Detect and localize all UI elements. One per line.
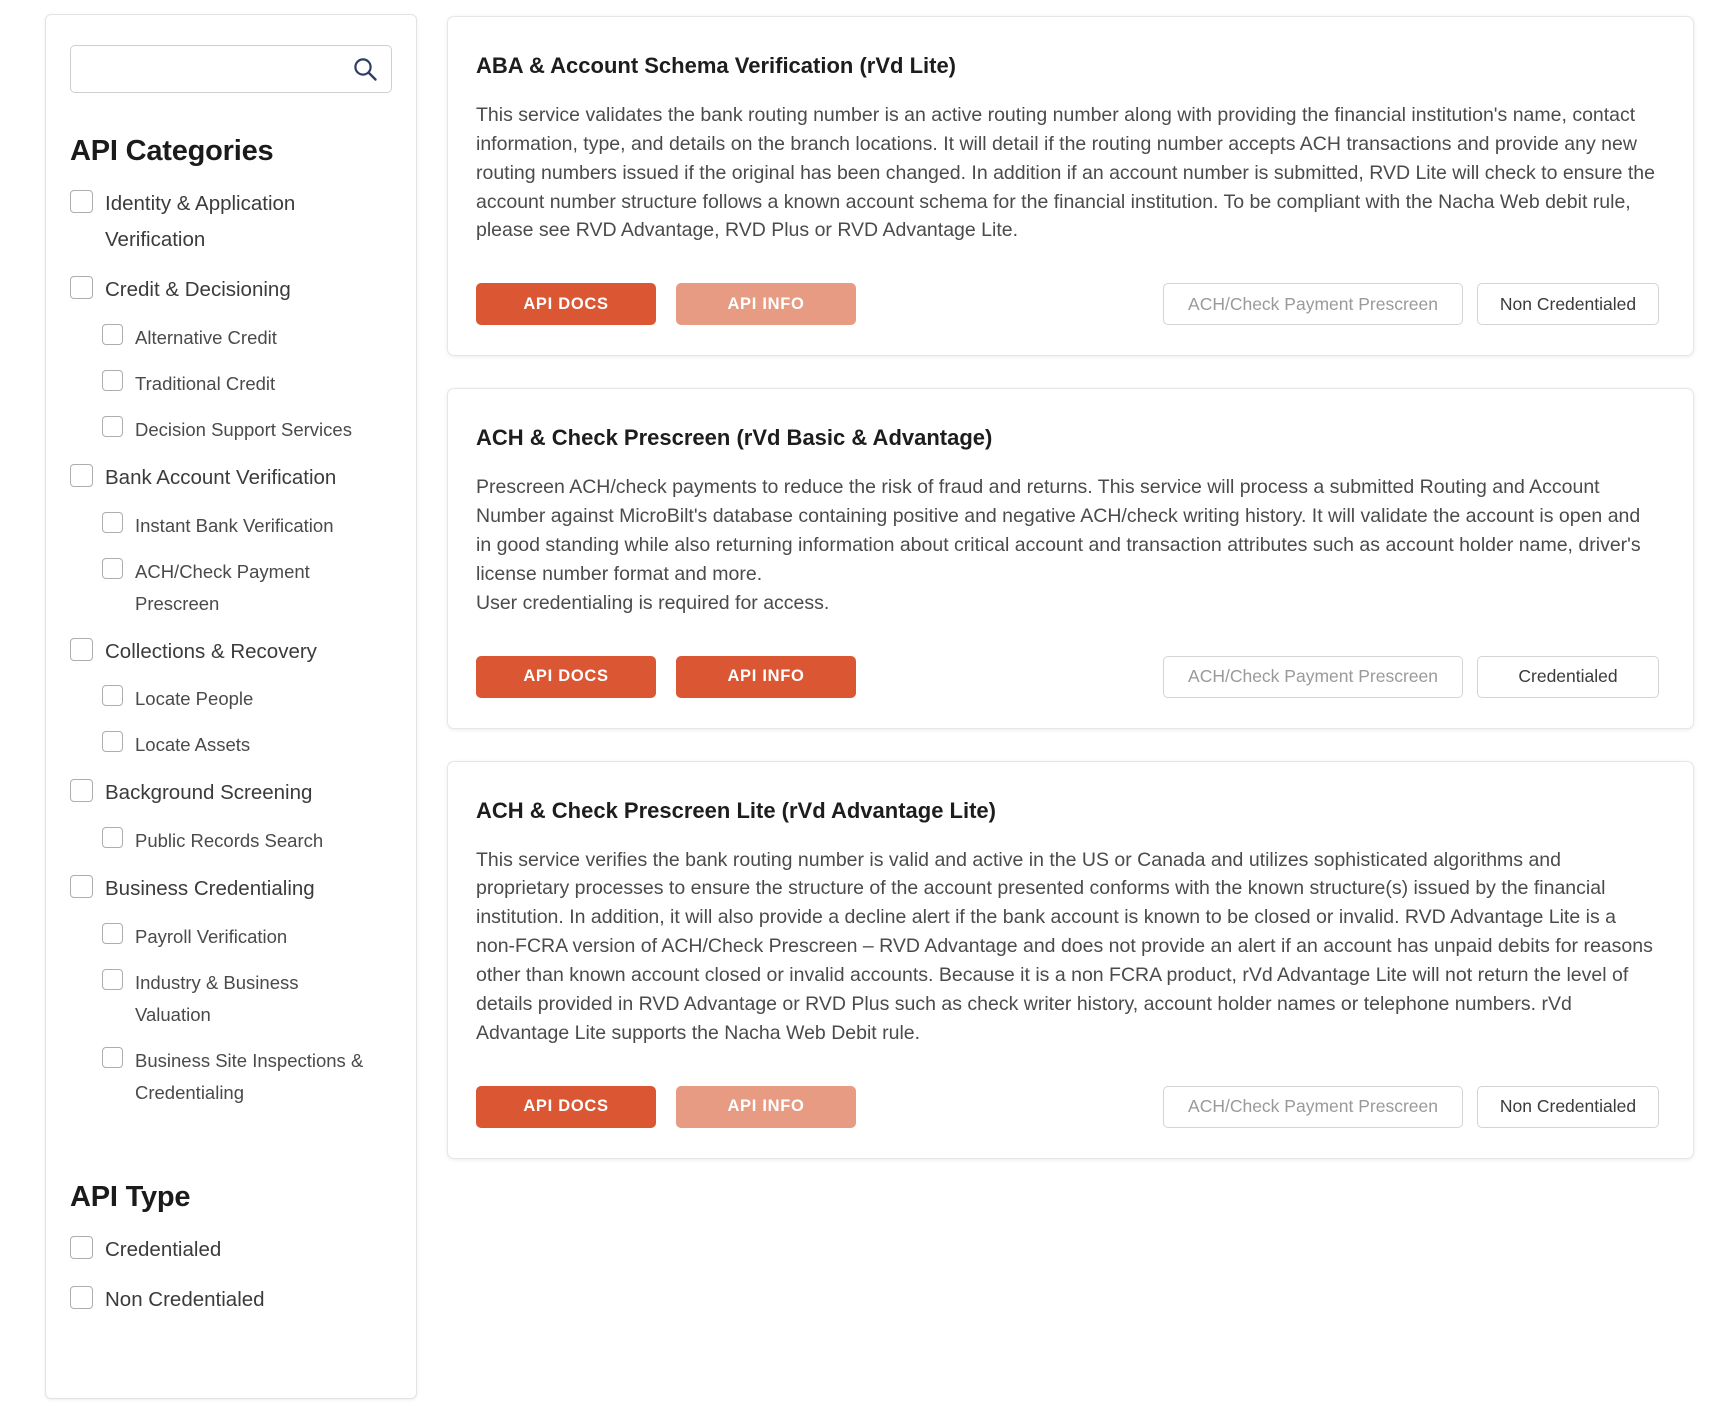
api-type-filter-label: Non Credentialed: [105, 1288, 265, 1311]
api-docs-button[interactable]: API DOCS: [476, 655, 656, 698]
api-categories-heading: API Categories: [70, 135, 274, 167]
api-info-button[interactable]: API INFO: [676, 1085, 856, 1128]
api-card-tags: ACH/Check Payment Prescreen Credentialed: [1163, 655, 1659, 698]
api-card-footer: API DOCS API INFO ACH/Check Payment Prescr…: [476, 283, 1659, 326]
category-filter-row[interactable]: Background Screening: [70, 775, 394, 811]
api-card: ABA & Account Schema Verification (rVd L…: [447, 16, 1694, 357]
checkbox-icon[interactable]: [70, 637, 93, 661]
checkbox-icon[interactable]: [70, 1236, 93, 1260]
search-box: [70, 45, 392, 93]
api-type-filter-row[interactable]: Credentialed: [70, 1232, 394, 1268]
api-card: ACH & Check Prescreen Lite (rVd Advantag…: [447, 760, 1694, 1159]
category-filter-label: Public Records Search: [135, 830, 324, 852]
checkbox-icon[interactable]: [70, 463, 93, 487]
api-category-tag[interactable]: ACH/Check Payment Prescreen: [1163, 655, 1463, 698]
category-filter-row[interactable]: Bank Account Verification: [70, 460, 394, 496]
category-filter-label: Identity & Application Verification: [105, 192, 296, 251]
checkbox-icon[interactable]: [102, 511, 123, 533]
checkbox-icon[interactable]: [102, 323, 123, 345]
api-info-button[interactable]: API INFO: [676, 283, 856, 326]
checkbox-icon[interactable]: [102, 557, 123, 579]
category-filter-label: Alternative Credit: [135, 326, 277, 348]
category-filter-label: Payroll Verification: [135, 926, 288, 948]
category-filter-label: Traditional Credit: [135, 372, 276, 394]
category-filter-label: Locate People: [135, 688, 254, 710]
category-filter-label: Locate Assets: [135, 734, 251, 756]
checkbox-icon[interactable]: [102, 369, 123, 391]
category-filter-row[interactable]: ACH/Check Payment Prescreen: [102, 556, 394, 620]
api-card-footer: API DOCS API INFO ACH/Check Payment Prescr…: [476, 1085, 1659, 1128]
api-card-footer: API DOCS API INFO ACH/Check Payment Prescr…: [476, 655, 1659, 698]
checkbox-icon[interactable]: [70, 275, 93, 299]
category-filter-label: Business Site Inspections & Credentialin…: [135, 1050, 364, 1104]
category-filter-row[interactable]: Payroll Verification: [102, 921, 394, 953]
category-filter-row[interactable]: Traditional Credit: [102, 368, 394, 400]
api-card-description: This service verifies the bank routing n…: [476, 848, 1653, 1044]
checkbox-icon[interactable]: [102, 969, 123, 991]
api-type-list: Credentialed Non Credentialed: [68, 1232, 394, 1318]
category-filter-label: Decision Support Services: [135, 418, 352, 440]
checkbox-icon[interactable]: [102, 415, 123, 437]
category-filter-row[interactable]: Credit & Decisioning: [70, 272, 394, 308]
category-filter-row[interactable]: Locate Assets: [102, 729, 394, 761]
category-filter-row[interactable]: Public Records Search: [102, 825, 394, 857]
category-filter-row[interactable]: Business Credentialing: [70, 871, 394, 907]
category-filter-row[interactable]: Locate People: [102, 683, 394, 715]
api-type-heading: API Type: [70, 1181, 191, 1214]
checkbox-icon[interactable]: [70, 875, 93, 899]
api-category-tag[interactable]: ACH/Check Payment Prescreen: [1163, 1085, 1463, 1128]
category-filter-label: Bank Account Verification: [105, 465, 337, 489]
category-filter-row[interactable]: Decision Support Services: [102, 414, 394, 446]
category-filter-label: Background Screening: [105, 781, 313, 805]
api-docs-button[interactable]: API DOCS: [476, 1085, 656, 1128]
category-filter-label: Business Credentialing: [105, 877, 315, 901]
checkbox-icon[interactable]: [102, 731, 123, 753]
api-card-title: ACH & Check Prescreen Lite (rVd Advantag…: [476, 797, 996, 823]
api-type-filter-row[interactable]: Non Credentialed: [70, 1282, 394, 1318]
category-filter-row[interactable]: Industry & Business Valuation: [102, 967, 394, 1031]
checkbox-icon[interactable]: [102, 1047, 123, 1069]
category-filter-row[interactable]: Alternative Credit: [102, 322, 394, 354]
api-card: ACH & Check Prescreen (rVd Basic & Advan…: [447, 388, 1694, 729]
search-input[interactable]: [70, 45, 392, 93]
api-card-description: This service validates the bank routing …: [476, 104, 1655, 242]
checkbox-icon[interactable]: [70, 1286, 93, 1309]
category-filter-label: Collections & Recovery: [105, 639, 317, 663]
api-card-title: ABA & Account Schema Verification (rVd L…: [476, 53, 957, 78]
filters-sidebar: API Categories Identity & Application Ve…: [45, 14, 417, 1399]
category-filter-label: Industry & Business Valuation: [135, 972, 299, 1026]
category-filter-row[interactable]: Collections & Recovery: [70, 634, 394, 670]
api-info-button[interactable]: API INFO: [676, 655, 856, 698]
category-filter-label: ACH/Check Payment Prescreen: [135, 560, 310, 614]
api-cards-list: ABA & Account Schema Verification (rVd L…: [447, 14, 1694, 1159]
category-filter-row[interactable]: Identity & Application Verification: [70, 186, 394, 258]
checkbox-icon[interactable]: [102, 685, 123, 707]
api-catalog-page: API Categories Identity & Application Ve…: [0, 0, 1714, 1399]
api-card-tags: ACH/Check Payment Prescreen Non Credentia…: [1163, 1085, 1659, 1128]
checkbox-icon[interactable]: [102, 923, 123, 945]
checkbox-icon[interactable]: [70, 190, 93, 213]
api-card-title: ACH & Check Prescreen (rVd Basic & Advan…: [476, 425, 993, 451]
api-type-tag[interactable]: Non Credentialed: [1477, 283, 1659, 326]
api-card-description: Prescreen ACH/check payments to reduce t…: [476, 476, 1641, 614]
category-filter-label: Instant Bank Verification: [135, 514, 334, 536]
api-type-tag[interactable]: Credentialed: [1477, 655, 1659, 698]
checkbox-icon[interactable]: [70, 779, 93, 803]
category-filter-label: Credit & Decisioning: [105, 277, 291, 301]
category-filter-row[interactable]: Instant Bank Verification: [102, 510, 394, 542]
api-type-tag[interactable]: Non Credentialed: [1477, 1085, 1659, 1128]
category-filter-row[interactable]: Business Site Inspections & Credentialin…: [102, 1045, 394, 1109]
checkbox-icon[interactable]: [102, 827, 123, 849]
api-category-tag[interactable]: ACH/Check Payment Prescreen: [1163, 283, 1463, 326]
api-card-tags: ACH/Check Payment Prescreen Non Credentia…: [1163, 283, 1659, 326]
api-docs-button[interactable]: API DOCS: [476, 283, 656, 326]
api-type-filter-label: Credentialed: [105, 1238, 222, 1262]
api-categories-list: Identity & Application Verification Credi…: [68, 186, 394, 1109]
